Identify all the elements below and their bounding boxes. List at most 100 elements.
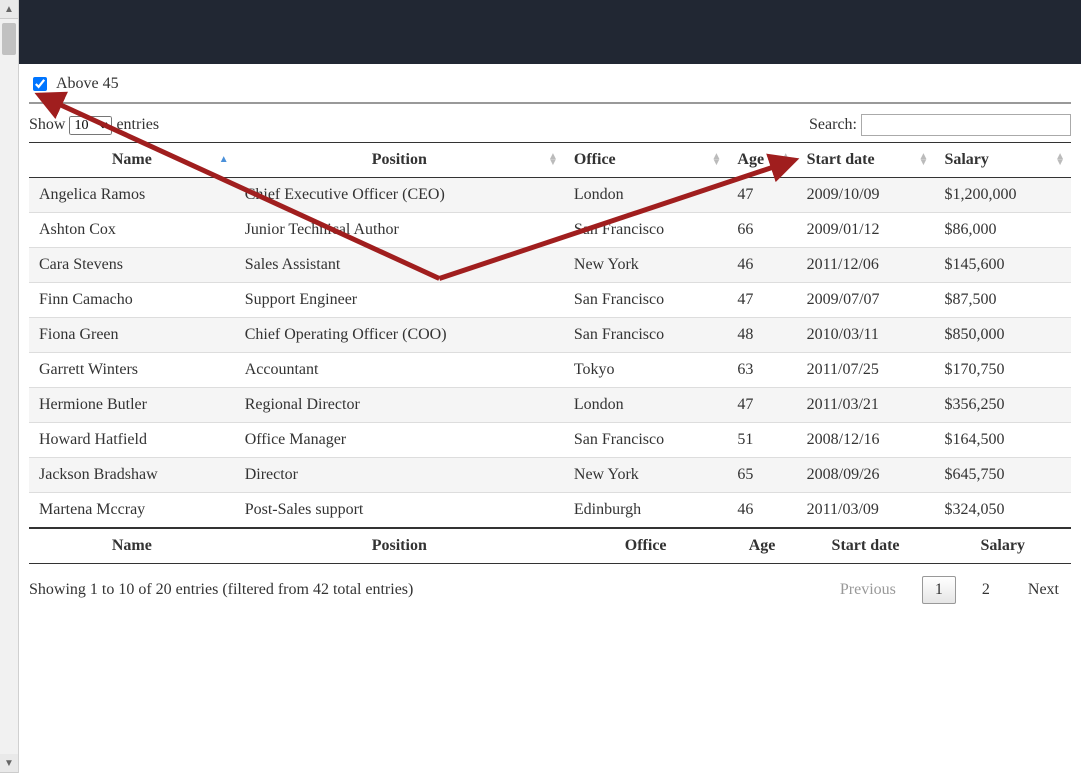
cell-office: San Francisco	[564, 423, 728, 458]
page-number-2[interactable]: 2	[970, 577, 1002, 603]
top-bar	[19, 0, 1081, 64]
cell-office: New York	[564, 248, 728, 283]
column-header-age[interactable]: Age ▲▼	[727, 143, 796, 178]
cell-start: 2011/03/21	[797, 388, 935, 423]
cell-salary: $1,200,000	[934, 178, 1071, 213]
column-header-position[interactable]: Position▲▼	[235, 143, 564, 178]
cell-office: New York	[564, 458, 728, 493]
cell-position: Sales Assistant	[235, 248, 564, 283]
table-bottom: Showing 1 to 10 of 20 entries (filtered …	[29, 576, 1071, 604]
table-row[interactable]: Fiona GreenChief Operating Officer (COO)…	[29, 318, 1071, 353]
table-body: Angelica RamosChief Executive Officer (C…	[29, 178, 1071, 529]
table-row[interactable]: Garrett WintersAccountantTokyo632011/07/…	[29, 353, 1071, 388]
column-header-label: Age	[737, 151, 764, 168]
cell-position: Accountant	[235, 353, 564, 388]
cell-position: Regional Director	[235, 388, 564, 423]
cell-salary: $356,250	[934, 388, 1071, 423]
cell-office: Tokyo	[564, 353, 728, 388]
cell-age: 47	[727, 283, 796, 318]
cell-position: Post-Sales support	[235, 493, 564, 529]
cell-name: Martena Mccray	[29, 493, 235, 529]
cell-age: 66	[727, 213, 796, 248]
cell-salary: $850,000	[934, 318, 1071, 353]
pagination: Previous 12 Next	[828, 576, 1071, 604]
sort-icon: ▲▼	[548, 154, 558, 166]
cell-salary: $170,750	[934, 353, 1071, 388]
prev-page-button[interactable]: Previous	[828, 577, 908, 603]
column-header-name[interactable]: Name ▲	[29, 143, 235, 178]
cell-position: Director	[235, 458, 564, 493]
cell-name: Howard Hatfield	[29, 423, 235, 458]
column-header-start[interactable]: Start date ▲▼	[797, 143, 935, 178]
table-row[interactable]: Howard HatfieldOffice ManagerSan Francis…	[29, 423, 1071, 458]
cell-age: 51	[727, 423, 796, 458]
search-input[interactable]	[861, 114, 1071, 136]
cell-position: Support Engineer	[235, 283, 564, 318]
cell-office: Edinburgh	[564, 493, 728, 529]
filter-row: Above 45	[29, 74, 1071, 104]
cell-start: 2009/01/12	[797, 213, 935, 248]
table-row[interactable]: Jackson BradshawDirectorNew York652008/0…	[29, 458, 1071, 493]
length-select[interactable]: 102550100	[69, 116, 112, 135]
footer-col: Start date	[797, 528, 935, 564]
sort-icon: ▲▼	[781, 154, 791, 166]
cell-office: London	[564, 178, 728, 213]
table-row[interactable]: Angelica RamosChief Executive Officer (C…	[29, 178, 1071, 213]
table-row[interactable]: Martena MccrayPost-Sales supportEdinburg…	[29, 493, 1071, 529]
cell-office: London	[564, 388, 728, 423]
above-45-label[interactable]: Above 45	[56, 75, 119, 93]
footer-col: Age	[727, 528, 796, 564]
cell-start: 2009/07/07	[797, 283, 935, 318]
scroll-track[interactable]	[0, 19, 18, 754]
cell-position: Chief Operating Officer (COO)	[235, 318, 564, 353]
table-row[interactable]: Cara StevensSales AssistantNew York46201…	[29, 248, 1071, 283]
cell-name: Hermione Butler	[29, 388, 235, 423]
cell-name: Angelica Ramos	[29, 178, 235, 213]
cell-position: Junior Technical Author	[235, 213, 564, 248]
cell-name: Garrett Winters	[29, 353, 235, 388]
cell-salary: $87,500	[934, 283, 1071, 318]
search-control: Search:	[809, 114, 1071, 136]
cell-office: San Francisco	[564, 318, 728, 353]
footer-col: Salary	[934, 528, 1071, 564]
cell-start: 2010/03/11	[797, 318, 935, 353]
window-scrollbar[interactable]: ▲ ▼	[0, 0, 19, 773]
above-45-checkbox[interactable]	[33, 77, 47, 91]
table-row[interactable]: Finn CamachoSupport EngineerSan Francisc…	[29, 283, 1071, 318]
table-row[interactable]: Hermione ButlerRegional DirectorLondon47…	[29, 388, 1071, 423]
sort-icon: ▲▼	[919, 154, 929, 166]
cell-salary: $324,050	[934, 493, 1071, 529]
page-number-1[interactable]: 1	[922, 576, 956, 604]
scroll-thumb[interactable]	[2, 23, 16, 55]
cell-name: Ashton Cox	[29, 213, 235, 248]
column-header-label: Start date	[807, 151, 875, 168]
cell-age: 48	[727, 318, 796, 353]
table-header: Name▲Position▲▼Office▲▼Age▲▼Start date▲▼…	[29, 143, 1071, 178]
length-prefix: Show	[29, 116, 65, 133]
table-info: Showing 1 to 10 of 20 entries (filtered …	[29, 581, 413, 599]
next-page-button[interactable]: Next	[1016, 577, 1071, 603]
sort-icon: ▲	[219, 157, 229, 163]
cell-start: 2008/12/16	[797, 423, 935, 458]
footer-col: Office	[564, 528, 728, 564]
cell-start: 2008/09/26	[797, 458, 935, 493]
table-controls: Show 102550100 entries Search:	[29, 114, 1071, 136]
cell-start: 2011/07/25	[797, 353, 935, 388]
footer-col: Name	[29, 528, 235, 564]
scroll-up-button[interactable]: ▲	[0, 0, 18, 19]
cell-age: 47	[727, 388, 796, 423]
scroll-down-button[interactable]: ▼	[0, 754, 18, 773]
cell-age: 46	[727, 248, 796, 283]
column-header-label: Name	[112, 151, 152, 168]
cell-start: 2011/03/09	[797, 493, 935, 529]
column-header-label: Office	[574, 151, 616, 168]
column-header-salary[interactable]: Salary ▲▼	[934, 143, 1071, 178]
column-header-office[interactable]: Office▲▼	[564, 143, 728, 178]
table-row[interactable]: Ashton CoxJunior Technical AuthorSan Fra…	[29, 213, 1071, 248]
cell-name: Cara Stevens	[29, 248, 235, 283]
cell-name: Fiona Green	[29, 318, 235, 353]
cell-age: 47	[727, 178, 796, 213]
data-table: Name▲Position▲▼Office▲▼Age▲▼Start date▲▼…	[29, 142, 1071, 564]
sort-icon: ▲▼	[1055, 154, 1065, 166]
column-header-label: Salary	[944, 151, 988, 168]
